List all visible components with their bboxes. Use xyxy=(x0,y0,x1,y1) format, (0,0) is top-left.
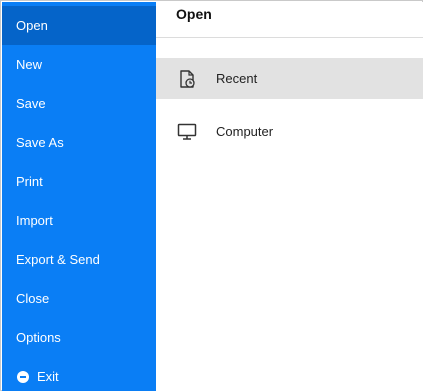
sidebar-item-label: Open xyxy=(16,18,48,33)
page-title: Open xyxy=(176,6,212,22)
sidebar-item-print[interactable]: Print xyxy=(2,162,156,201)
sidebar-item-options[interactable]: Options xyxy=(2,318,156,357)
open-panel: Open Recent Computer xyxy=(156,2,423,391)
sidebar-item-open[interactable]: Open xyxy=(2,6,156,45)
exit-icon xyxy=(17,370,29,383)
open-option-label: Recent xyxy=(216,71,258,86)
sidebar-item-label: Close xyxy=(16,291,50,306)
backstage-window: Open New Save Save As Print Import Expor… xyxy=(0,0,423,391)
sidebar-item-exit[interactable]: Exit xyxy=(2,357,156,391)
recent-document-icon xyxy=(176,68,198,90)
sidebar-item-save[interactable]: Save xyxy=(2,84,156,123)
sidebar-item-label: Save As xyxy=(16,135,64,150)
sidebar-item-label: Export & Send xyxy=(16,252,100,267)
sidebar-item-label: Exit xyxy=(37,369,59,384)
sidebar-item-import[interactable]: Import xyxy=(2,201,156,240)
computer-icon xyxy=(176,121,198,143)
sidebar-item-label: Import xyxy=(16,213,53,228)
sidebar-item-label: Options xyxy=(16,330,61,345)
open-option-label: Computer xyxy=(216,124,274,139)
open-option-recent[interactable]: Recent xyxy=(156,58,423,99)
backstage-sidebar: Open New Save Save As Print Import Expor… xyxy=(2,2,156,391)
sidebar-item-label: Save xyxy=(16,96,46,111)
sidebar-item-export-send[interactable]: Export & Send xyxy=(2,240,156,279)
sidebar-item-label: New xyxy=(16,57,43,72)
sidebar-item-label: Print xyxy=(16,174,43,189)
open-option-computer[interactable]: Computer xyxy=(156,111,423,152)
sidebar-item-save-as[interactable]: Save As xyxy=(2,123,156,162)
sidebar-item-close[interactable]: Close xyxy=(2,279,156,318)
title-divider xyxy=(156,37,423,38)
sidebar-item-new[interactable]: New xyxy=(2,45,156,84)
